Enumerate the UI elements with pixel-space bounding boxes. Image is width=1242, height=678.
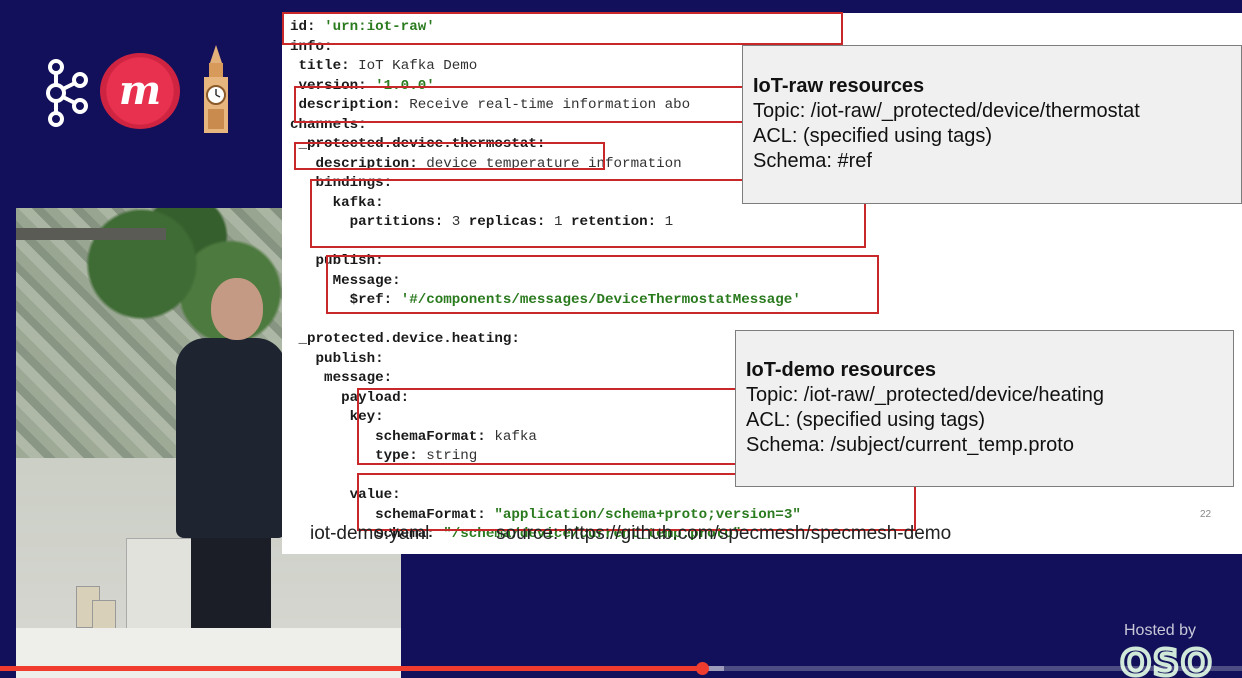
- code-key: _protected.device.heating:: [290, 331, 520, 347]
- code-line: message:: [290, 369, 801, 389]
- callout-acl: ACL: (specified using tags): [753, 125, 993, 147]
- highlight-box-thermostat-channel: [294, 142, 605, 170]
- callout-title: IoT-demo resources: [746, 359, 937, 381]
- kafka-logo-icon: [46, 59, 88, 127]
- highlight-box-id: [282, 12, 843, 45]
- presenter-body: [176, 338, 286, 538]
- callout-iot-raw-resources: IoT-raw resources Topic: /iot-raw/_prote…: [742, 45, 1242, 204]
- callout-topic: Topic: /iot-raw/_protected/device/thermo…: [753, 100, 1140, 122]
- oso-logo-text: OSO: [1120, 644, 1213, 678]
- slide-number: 22: [1200, 509, 1212, 520]
- highlight-box-publish-ref: [326, 255, 879, 314]
- hosted-by-label: Hosted by: [1124, 622, 1197, 639]
- code-key: message:: [290, 370, 393, 386]
- callout-acl: ACL: (specified using tags): [746, 409, 986, 431]
- highlight-box-description: [294, 86, 746, 123]
- video-played-bar: [0, 666, 702, 671]
- video-progress-bar[interactable]: [0, 662, 1242, 675]
- big-ben-logo-icon: [204, 45, 228, 133]
- presentation-slide: id: 'urn:iot-raw' info: title: IoT Kafka …: [282, 12, 1242, 554]
- code-key: publish:: [290, 350, 384, 367]
- trash-bin: [126, 538, 198, 630]
- footer-source-link[interactable]: source: https://github.com/specmesh/spec…: [496, 523, 951, 545]
- shelf: [16, 228, 166, 240]
- meetup-logo-glyph: m: [118, 67, 162, 114]
- callout-topic: Topic: /iot-raw/_protected/device/heatin…: [746, 384, 1104, 406]
- code-line: title: IoT Kafka Demo: [290, 57, 801, 77]
- callout-schema: Schema: #ref: [753, 150, 872, 172]
- video-scrubber-handle[interactable]: [695, 662, 709, 675]
- code-line: publish:: [290, 350, 801, 370]
- callout-schema: Schema: /subject/current_temp.proto: [746, 434, 1074, 456]
- callout-title: IoT-raw resources: [753, 75, 925, 97]
- footer-filename: iot-demo.yaml: [310, 523, 430, 544]
- highlight-box-key: [357, 388, 737, 465]
- code-value: IoT Kafka Demo: [358, 58, 478, 74]
- meetup-logo-icon: m: [100, 53, 180, 129]
- oso-logo-icon: OSO: [1118, 644, 1213, 678]
- code-line: _protected.device.heating:: [290, 330, 801, 350]
- code-key: title:: [290, 58, 359, 74]
- presenter-head: [211, 278, 263, 340]
- callout-iot-demo-resources: IoT-demo resources Topic: /iot-raw/_prot…: [735, 330, 1234, 487]
